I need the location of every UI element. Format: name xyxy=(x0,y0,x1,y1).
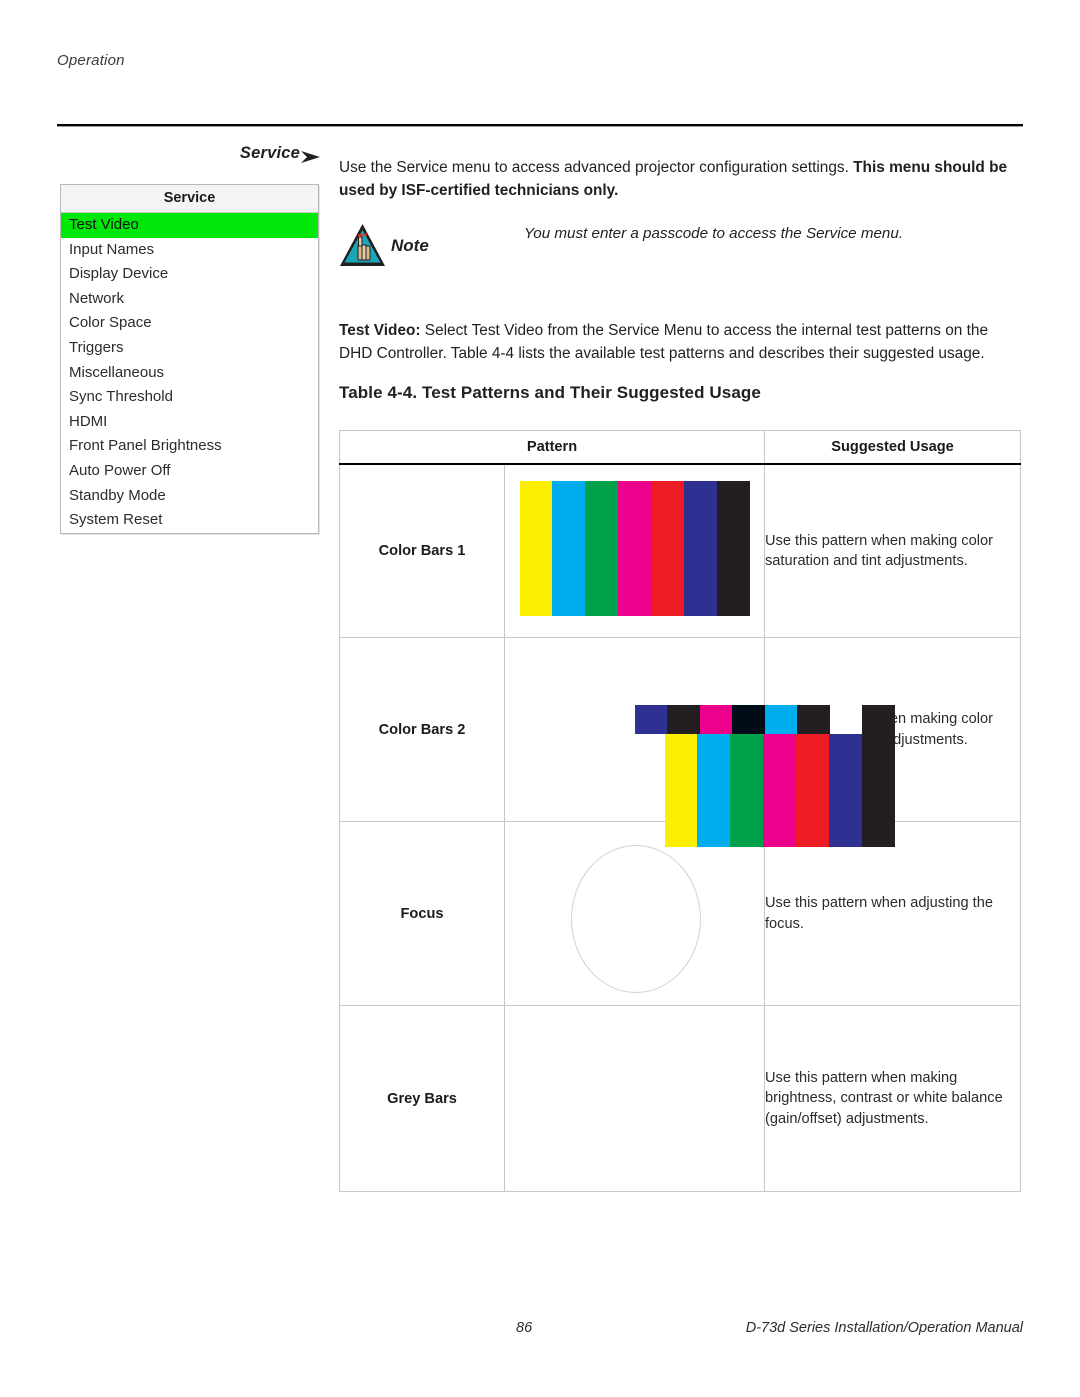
osd-item-test-video[interactable]: Test Video xyxy=(61,213,318,238)
pattern-name-color-bars-2: Color Bars 2 xyxy=(339,637,505,822)
test-video-paragraph: Test Video: Select Test Video from the S… xyxy=(339,320,1023,365)
pattern-image-grey-bars xyxy=(504,1005,765,1192)
section-side-head: Service xyxy=(239,144,300,162)
column-header-usage: Suggested Usage xyxy=(764,430,1021,465)
table-row: Color Bars 2 making color adjustments. xyxy=(339,637,1021,847)
bar-magenta xyxy=(618,481,651,616)
test-video-lead: Test Video: xyxy=(339,322,421,340)
bar-blue xyxy=(634,704,667,734)
osd-service-menu[interactable]: Service Test Video Input Names Display D… xyxy=(60,184,319,534)
pattern-usage-grey-bars: Use this pattern when making brightness,… xyxy=(764,1005,1021,1192)
table-body: Color Bars 1 Use this pattern when makin… xyxy=(339,463,1021,1192)
column-header-pattern: Pattern xyxy=(339,430,765,465)
osd-item-auto-power-off[interactable]: Auto Power Off xyxy=(61,459,318,484)
table-row: Grey Bars Use this pattern when making b… xyxy=(339,1005,1021,1192)
pattern-image-color-bars-1 xyxy=(504,463,765,638)
table-row: Color Bars 1 Use this pattern when makin… xyxy=(339,463,1021,638)
osd-item-system-reset[interactable]: System Reset xyxy=(61,508,318,533)
osd-item-input-names[interactable]: Input Names xyxy=(61,238,318,263)
bar-black xyxy=(861,733,895,847)
osd-item-front-panel-brightness[interactable]: Front Panel Brightness xyxy=(61,434,318,459)
osd-item-network[interactable]: Network xyxy=(61,287,318,312)
test-patterns-table: Pattern Suggested Usage Color Bars 1 Use… xyxy=(339,430,1021,1192)
table-head: Pattern Suggested Usage xyxy=(339,430,1021,465)
osd-item-standby-mode[interactable]: Standby Mode xyxy=(61,484,318,509)
osd-item-sync-threshold[interactable]: Sync Threshold xyxy=(61,385,318,410)
intro-plain-text: Use the Service menu to access advanced … xyxy=(339,159,854,177)
bar-cyan xyxy=(697,733,731,847)
color-bars-1-strip xyxy=(519,481,750,616)
pattern-usage-focus: Use this pattern when adjusting the focu… xyxy=(764,821,1021,1006)
bar-black-2 xyxy=(797,704,830,734)
bar-black xyxy=(716,481,750,616)
note-text: You must enter a passcode to access the … xyxy=(524,225,904,242)
table-caption: Table 4-4. Test Patterns and Their Sugge… xyxy=(339,383,761,402)
bar-black-3 xyxy=(862,704,895,734)
bar-blue xyxy=(683,481,717,616)
color-bars-2-lower-band xyxy=(634,704,895,734)
note-block: Note You must enter a passcode to access… xyxy=(339,214,1023,274)
bar-green xyxy=(585,481,619,616)
bar-green xyxy=(730,733,764,847)
pattern-image-color-bars-2 xyxy=(504,637,895,847)
footer-manual-title: D-73d Series Installation/Operation Manu… xyxy=(745,1320,1023,1336)
bar-magenta xyxy=(699,704,732,734)
bar-red xyxy=(650,481,684,616)
table-row: Focus Use this pattern when adjusting th… xyxy=(339,821,1021,1006)
table-header-row: Pattern Suggested Usage xyxy=(339,430,1021,465)
osd-item-miscellaneous[interactable]: Miscellaneous xyxy=(61,361,318,386)
note-triangle-hand-icon xyxy=(340,224,385,266)
arrow-right-icon xyxy=(301,151,320,163)
header-divider-rule xyxy=(57,124,1023,127)
osd-item-color-space[interactable]: Color Space xyxy=(61,311,318,336)
note-label: Note xyxy=(391,236,429,255)
osd-item-hdmi[interactable]: HDMI xyxy=(61,410,318,435)
color-bars-1-graphic xyxy=(519,481,750,616)
color-bars-2-upper-band xyxy=(664,733,895,847)
bar-yellow xyxy=(519,481,553,616)
bar-navy xyxy=(732,704,765,734)
bar-white xyxy=(829,704,862,734)
bar-magenta xyxy=(763,733,796,847)
running-head: Operation xyxy=(57,52,125,69)
osd-menu-list: Test Video Input Names Display Device Ne… xyxy=(61,213,318,533)
osd-item-triggers[interactable]: Triggers xyxy=(61,336,318,361)
bar-red xyxy=(795,733,829,847)
osd-menu-title: Service xyxy=(61,185,318,213)
bar-black xyxy=(667,704,700,734)
pattern-image-focus xyxy=(504,821,765,1006)
osd-item-display-device[interactable]: Display Device xyxy=(61,262,318,287)
pattern-name-grey-bars: Grey Bars xyxy=(339,1005,505,1192)
pattern-name-color-bars-1: Color Bars 1 xyxy=(339,463,505,638)
pattern-usage-color-bars-1: Use this pattern when making color satur… xyxy=(764,463,1021,638)
bar-yellow xyxy=(664,733,698,847)
intro-paragraph: Use the Service menu to access advanced … xyxy=(339,157,1023,202)
test-video-body: Select Test Video from the Service Menu … xyxy=(339,322,989,362)
bar-cyan xyxy=(764,704,797,734)
pattern-name-focus: Focus xyxy=(339,821,505,1006)
footer-page-number: 86 xyxy=(516,1320,533,1336)
bar-blue xyxy=(828,733,862,847)
bar-cyan xyxy=(552,481,586,616)
